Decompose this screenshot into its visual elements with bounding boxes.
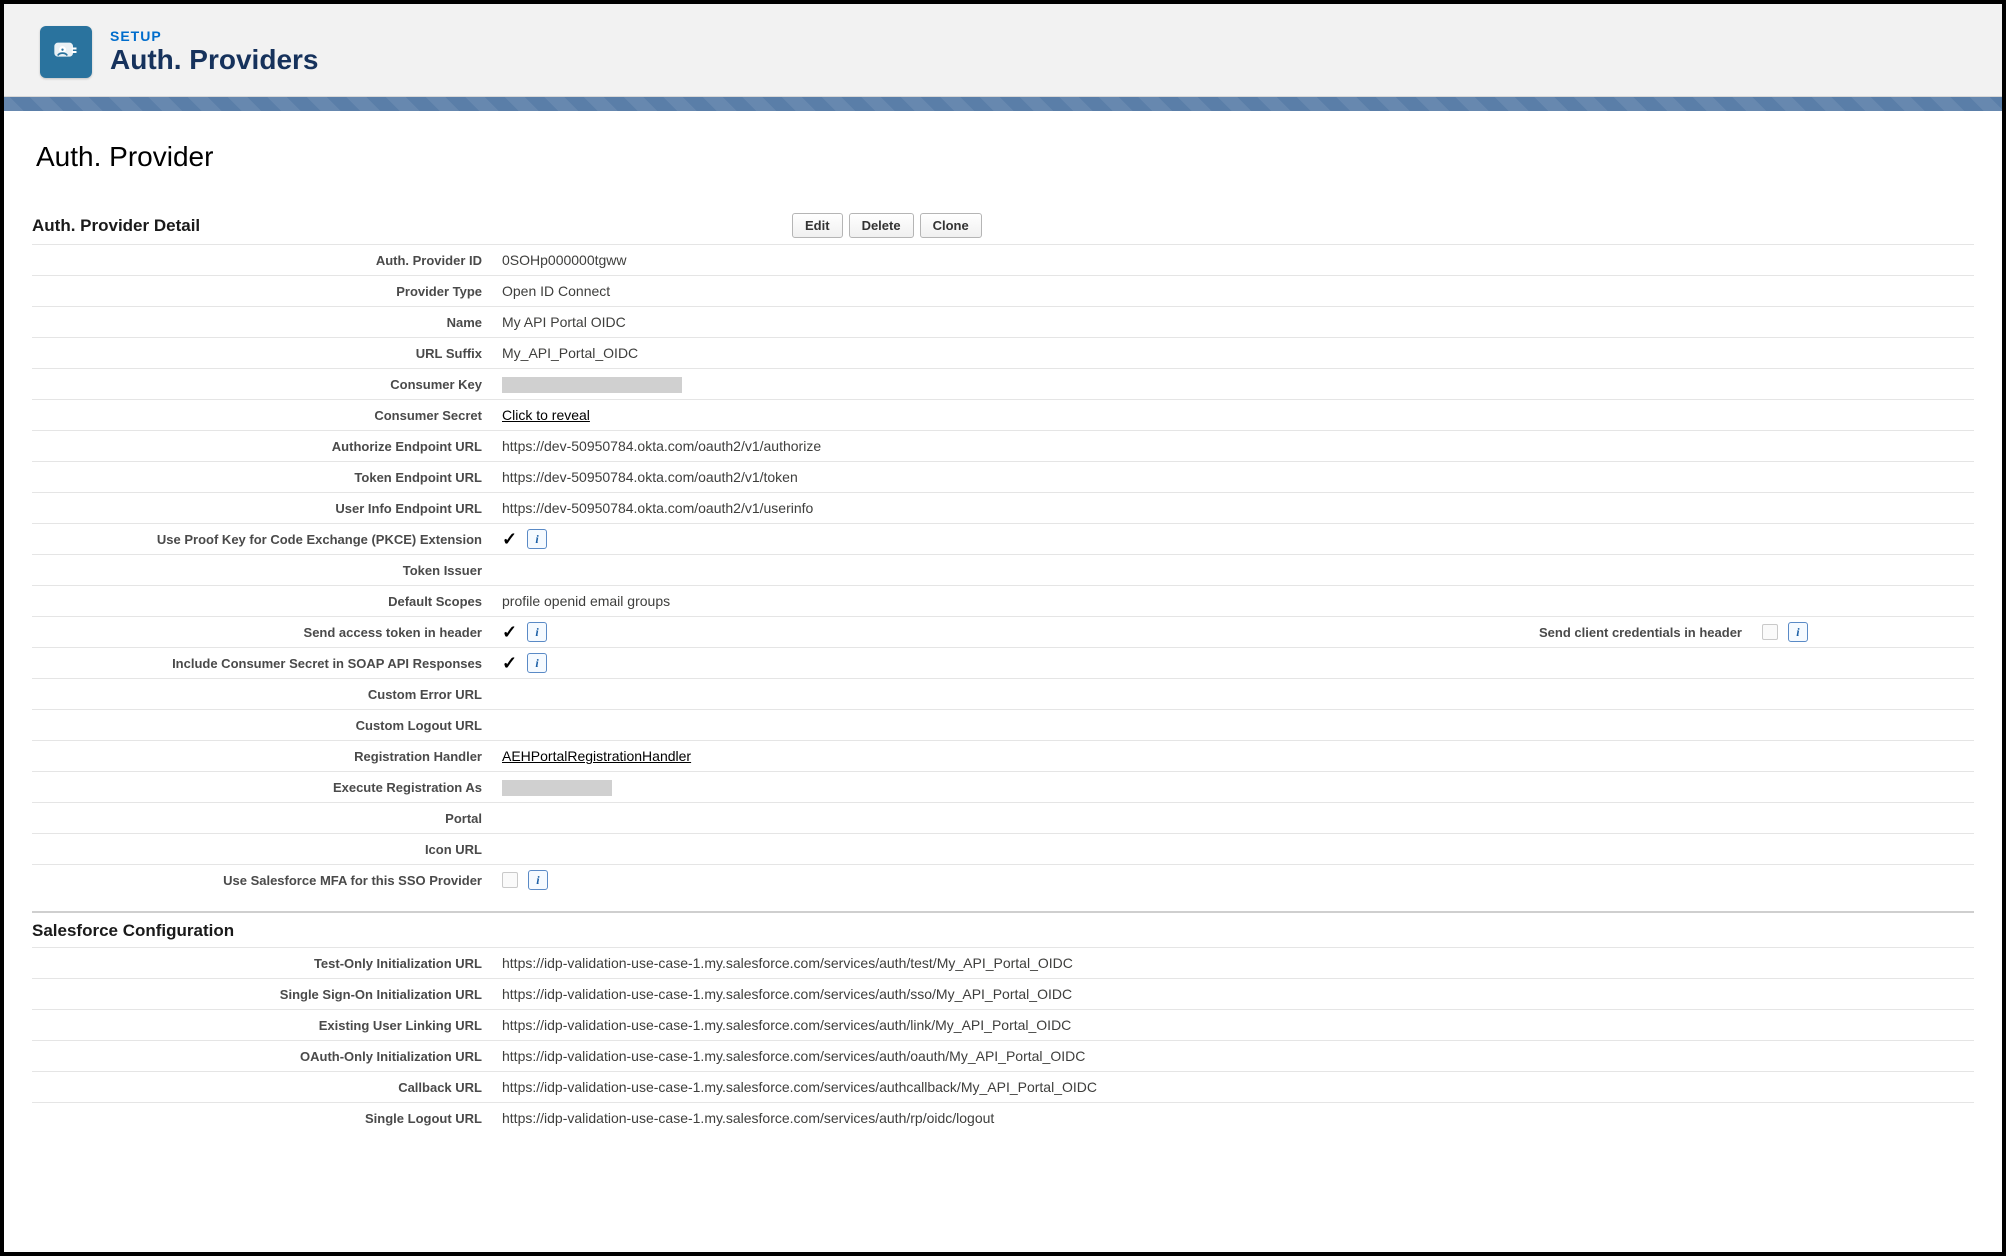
info-icon[interactable]: i (1788, 622, 1808, 642)
label-authorize-endpoint: Authorize Endpoint URL (32, 431, 492, 462)
value-default-scopes: profile openid email groups (492, 586, 1974, 617)
redacted-exec-as (502, 780, 612, 796)
label-url-suffix: URL Suffix (32, 338, 492, 369)
value-callback-url: https://idp-validation-use-case-1.my.sal… (492, 1072, 1974, 1103)
label-consumer-key: Consumer Key (32, 369, 492, 400)
value-token-endpoint: https://dev-50950784.okta.com/oauth2/v1/… (492, 462, 1974, 493)
label-portal: Portal (32, 803, 492, 834)
label-single-logout-url: Single Logout URL (32, 1103, 492, 1134)
sf-config-table: Test-Only Initialization URL https://idp… (32, 947, 1974, 1133)
label-custom-logout-url: Custom Logout URL (32, 710, 492, 741)
label-provider-type: Provider Type (32, 276, 492, 307)
label-registration-handler: Registration Handler (32, 741, 492, 772)
value-token-issuer (492, 555, 1974, 586)
label-userinfo-endpoint: User Info Endpoint URL (32, 493, 492, 524)
label-callback-url: Callback URL (32, 1072, 492, 1103)
auth-providers-icon (40, 26, 92, 78)
sf-config-title: Salesforce Configuration (32, 921, 1974, 941)
label-send-client-credentials: Send client credentials in header (1312, 617, 1752, 648)
info-icon[interactable]: i (528, 870, 548, 890)
value-url-suffix: My_API_Portal_OIDC (492, 338, 1974, 369)
label-auth-provider-id: Auth. Provider ID (32, 245, 492, 276)
label-oauth-only-url: OAuth-Only Initialization URL (32, 1041, 492, 1072)
value-custom-error-url (492, 679, 1974, 710)
label-sso-init-url: Single Sign-On Initialization URL (32, 979, 492, 1010)
label-test-only-url: Test-Only Initialization URL (32, 948, 492, 979)
label-execute-registration-as: Execute Registration As (32, 772, 492, 803)
label-existing-user-link-url: Existing User Linking URL (32, 1010, 492, 1041)
reveal-consumer-secret-link[interactable]: Click to reveal (502, 407, 590, 423)
info-icon[interactable]: i (527, 653, 547, 673)
info-icon[interactable]: i (527, 622, 547, 642)
value-icon-url (492, 834, 1974, 865)
header-title: Auth. Providers (110, 44, 318, 76)
info-icon[interactable]: i (527, 529, 547, 549)
label-default-scopes: Default Scopes (32, 586, 492, 617)
label-include-secret-soap: Include Consumer Secret in SOAP API Resp… (32, 648, 492, 679)
delete-button[interactable]: Delete (849, 213, 914, 238)
label-consumer-secret: Consumer Secret (32, 400, 492, 431)
action-buttons: Edit Delete Clone (792, 213, 982, 238)
label-token-issuer: Token Issuer (32, 555, 492, 586)
page-title: Auth. Provider (36, 141, 1974, 173)
page-header: SETUP Auth. Providers (4, 4, 2002, 97)
registration-handler-link[interactable]: AEHPortalRegistrationHandler (502, 748, 691, 764)
unchecked-box-icon (502, 872, 518, 888)
value-consumer-key (492, 369, 1974, 400)
value-oauth-only-url: https://idp-validation-use-case-1.my.sal… (492, 1041, 1974, 1072)
label-custom-error-url: Custom Error URL (32, 679, 492, 710)
breadcrumb[interactable]: SETUP (110, 28, 318, 44)
edit-button[interactable]: Edit (792, 213, 843, 238)
checkmark-icon: ✓ (502, 653, 517, 673)
redacted-consumer-key (502, 377, 682, 393)
value-execute-registration-as (492, 772, 1974, 803)
value-authorize-endpoint: https://dev-50950784.okta.com/oauth2/v1/… (492, 431, 1974, 462)
checkmark-icon: ✓ (502, 622, 517, 642)
checkmark-icon: ✓ (502, 529, 517, 549)
label-use-mfa-sso: Use Salesforce MFA for this SSO Provider (32, 865, 492, 896)
value-name: My API Portal OIDC (492, 307, 1974, 338)
value-single-logout-url: https://idp-validation-use-case-1.my.sal… (492, 1103, 1974, 1134)
value-userinfo-endpoint: https://dev-50950784.okta.com/oauth2/v1/… (492, 493, 1974, 524)
value-existing-user-link-url: https://idp-validation-use-case-1.my.sal… (492, 1010, 1974, 1041)
value-portal (492, 803, 1974, 834)
label-token-endpoint: Token Endpoint URL (32, 462, 492, 493)
decorative-strip (4, 97, 2002, 111)
label-name: Name (32, 307, 492, 338)
value-custom-logout-url (492, 710, 1974, 741)
clone-button[interactable]: Clone (920, 213, 982, 238)
label-pkce: Use Proof Key for Code Exchange (PKCE) E… (32, 524, 492, 555)
value-sso-init-url: https://idp-validation-use-case-1.my.sal… (492, 979, 1974, 1010)
label-send-access-token: Send access token in header (32, 617, 492, 648)
value-auth-provider-id: 0SOHp000000tgww (492, 245, 1974, 276)
label-icon-url: Icon URL (32, 834, 492, 865)
detail-section-title: Auth. Provider Detail (32, 216, 792, 236)
value-test-only-url: https://idp-validation-use-case-1.my.sal… (492, 948, 1974, 979)
unchecked-box-icon (1762, 624, 1778, 640)
value-provider-type: Open ID Connect (492, 276, 1974, 307)
detail-table: Auth. Provider ID 0SOHp000000tgww Provid… (32, 244, 1974, 895)
app-frame: SETUP Auth. Providers Auth. Provider Aut… (0, 0, 2006, 1256)
